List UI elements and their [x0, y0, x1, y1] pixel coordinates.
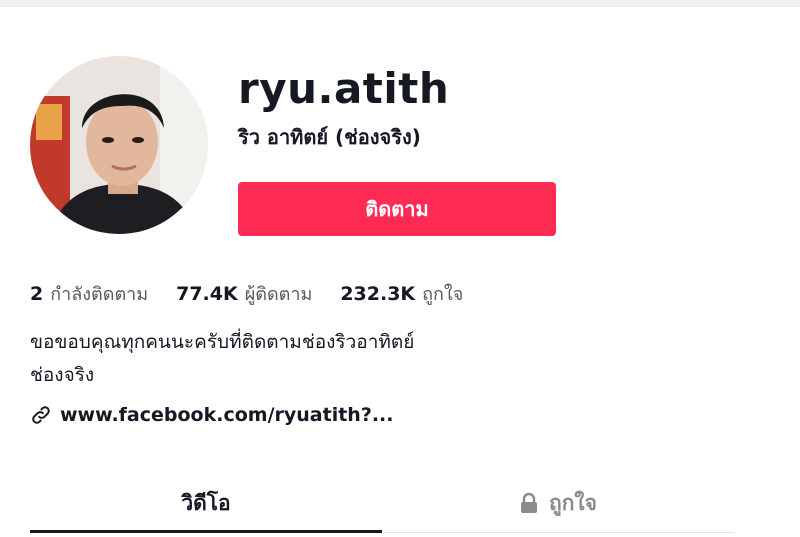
tab-videos-label: วิดีโอ [181, 490, 231, 515]
bio: ขอขอบคุณทุกคนนะครับที่ติดตามช่องริวอาทิต… [30, 326, 550, 392]
top-border [0, 0, 800, 7]
bio-line-2: ช่องจริง [30, 364, 95, 386]
profile-photo [30, 56, 208, 234]
username: ryu.atith [238, 64, 450, 113]
tab-liked-label: ถูกใจ [549, 490, 597, 515]
nickname: ริว อาทิตย์ (ช่องจริง) [238, 125, 421, 149]
profile-tabs: วิดีโอ ถูกใจ [30, 474, 734, 533]
avatar[interactable] [30, 56, 208, 234]
likes-stat: 232.3K ถูกใจ [340, 279, 463, 308]
bio-line-1: ขอขอบคุณทุกคนนะครับที่ติดตามช่องริวอาทิต… [30, 331, 415, 353]
following-label: กำลังติดตาม [50, 284, 149, 305]
likes-label: ถูกใจ [422, 284, 464, 305]
followers-count: 77.4K [176, 283, 238, 305]
followers-stat[interactable]: 77.4K ผู้ติดตาม [176, 279, 312, 308]
tab-liked[interactable]: ถูกใจ [382, 474, 734, 532]
following-stat[interactable]: 2 กำลังติดตาม [30, 279, 148, 308]
link-text[interactable]: www.facebook.com/ryuatith?... [60, 404, 394, 426]
follow-button[interactable]: ติดตาม [238, 182, 556, 236]
profile-link[interactable]: www.facebook.com/ryuatith?... [30, 404, 394, 426]
followers-label: ผู้ติดตาม [244, 284, 313, 305]
lock-icon [519, 492, 539, 514]
tab-videos[interactable]: วิดีโอ [30, 474, 382, 533]
following-count: 2 [30, 283, 44, 305]
likes-count: 232.3K [340, 283, 416, 305]
link-icon [30, 404, 52, 426]
stats-row: 2 กำลังติดตาม 77.4K ผู้ติดตาม 232.3K ถูก… [30, 279, 491, 308]
